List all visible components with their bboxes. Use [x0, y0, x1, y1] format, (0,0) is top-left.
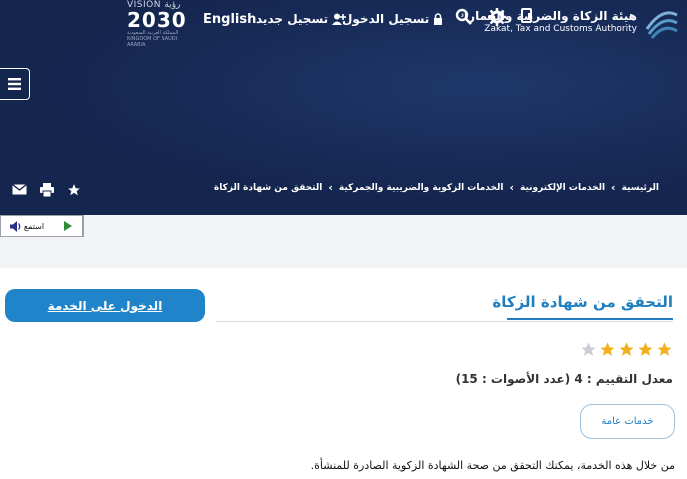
print-icon[interactable] [39, 182, 54, 197]
breadcrumb-eservices[interactable]: الخدمات الإلكترونية [520, 183, 605, 193]
speaker-icon [9, 220, 21, 232]
service-description: من خلال هذه الخدمة، يمكنك التحقق من صحة … [310, 459, 675, 472]
authority-name-ar: هيئة الزكاة والضريبة والجمارك [457, 8, 637, 23]
listen-label: استمع [23, 221, 45, 231]
vision-2030-logo: VISION رؤية 2030 المملكة العربية السعودي… [127, 0, 191, 48]
search-icon[interactable] [455, 8, 472, 29]
user-icon[interactable] [520, 8, 534, 28]
register-label: تسجيل جديد [256, 12, 329, 26]
star-filled-icon[interactable] [618, 341, 635, 358]
page-tools [12, 182, 81, 197]
page-title: التحقق من شهادة الزكاة [492, 293, 673, 311]
listen-widget[interactable]: استمع [0, 215, 84, 237]
breadcrumb-current: التحقق من شهادة الزكاة [213, 182, 323, 193]
star-icon[interactable] [66, 182, 81, 197]
rating-summary: معدل التقييم : 4 (عدد الأصوات : 15) [455, 372, 673, 386]
register-link[interactable]: تسجيل جديد [256, 8, 347, 30]
star-empty-icon[interactable] [580, 341, 597, 358]
lock-icon [433, 13, 443, 25]
login-link[interactable]: تسجيل الدخول [342, 8, 443, 30]
divider [216, 321, 673, 322]
chevron-left-icon: ‹ [611, 181, 616, 194]
language-switch[interactable]: English [203, 8, 256, 30]
category-tag[interactable]: خدمات عامة [580, 404, 675, 439]
authority-name-en: Zakat, Tax and Customs Authority [484, 23, 637, 34]
authority-name: هيئة الزكاة والضريبة والجمارك Zakat, Tax… [457, 8, 637, 34]
rating-stars[interactable] [580, 341, 673, 358]
access-service-button[interactable]: الدخول على الخدمة [5, 289, 205, 322]
title-underline [507, 318, 673, 320]
accessibility-band [0, 215, 687, 268]
vision-year: 2030 [127, 8, 187, 32]
play-icon [63, 221, 72, 231]
star-filled-icon[interactable] [637, 341, 654, 358]
play-button[interactable] [53, 216, 83, 236]
gear-icon[interactable] [488, 8, 506, 30]
chevron-left-icon: ‹ [328, 181, 333, 194]
breadcrumb-zakat-services[interactable]: الخدمات الزكوية والضريبية والجمركية [339, 183, 504, 193]
star-filled-icon[interactable] [656, 341, 673, 358]
login-label: تسجيل الدخول [342, 12, 430, 26]
vision-line3: المملكة العربية السعودية KINGDOM OF SAUD… [127, 30, 179, 48]
chevron-left-icon: ‹ [509, 181, 514, 194]
star-filled-icon[interactable] [599, 341, 616, 358]
listen-button[interactable]: استمع [1, 216, 53, 236]
menu-icon [8, 78, 21, 90]
breadcrumb-home[interactable]: الرئيسية [622, 183, 659, 193]
breadcrumb: الرئيسية ‹ الخدمات الإلكترونية ‹ الخدمات… [214, 181, 659, 194]
mail-icon[interactable] [12, 182, 27, 197]
logo-mark-icon [645, 11, 678, 39]
user-plus-icon [332, 13, 347, 25]
hero-banner: هيئة الزكاة والضريبة والجمارك Zakat, Tax… [0, 0, 687, 215]
menu-button[interactable] [0, 68, 30, 100]
